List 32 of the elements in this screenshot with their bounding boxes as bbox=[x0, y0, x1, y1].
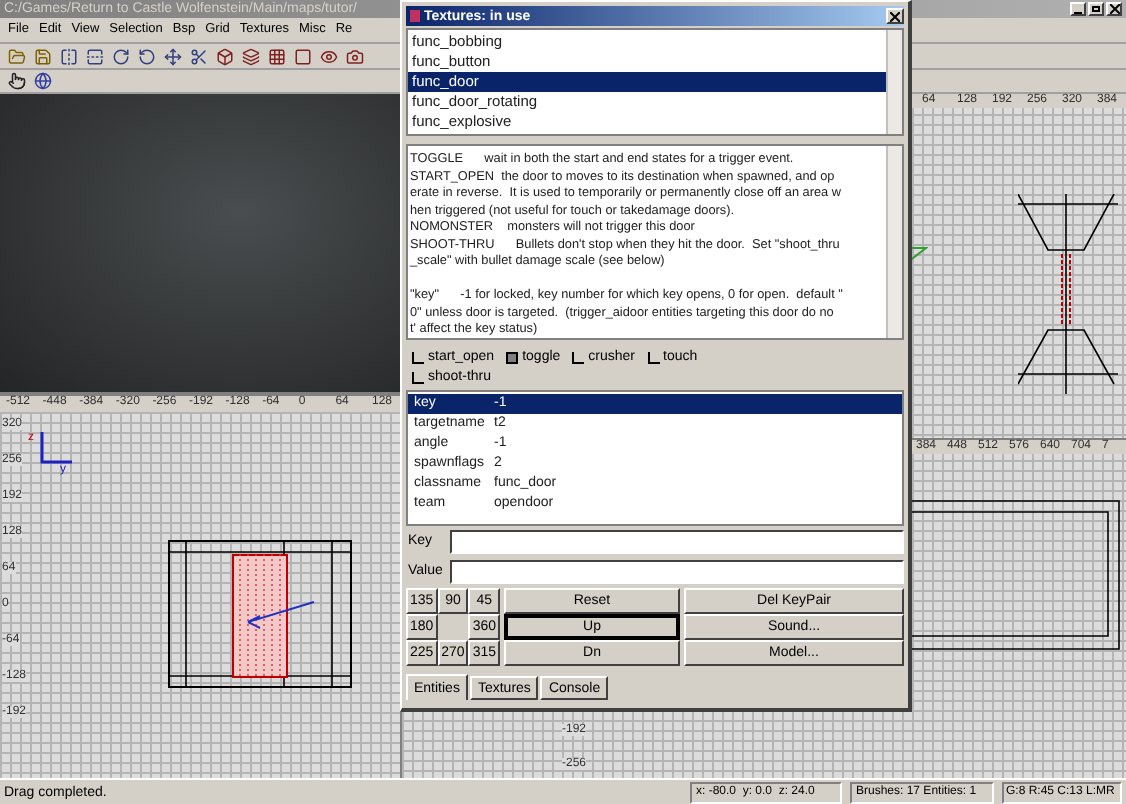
checkbox[interactable] bbox=[647, 351, 660, 363]
flip-vertical-icon[interactable] bbox=[86, 47, 104, 65]
move-icon[interactable] bbox=[164, 47, 182, 65]
globe-icon[interactable] bbox=[34, 72, 52, 90]
key-field[interactable] bbox=[450, 530, 904, 554]
entity-arrow-icon bbox=[244, 600, 316, 632]
maximize-button[interactable] bbox=[1088, 2, 1104, 16]
checkbox[interactable] bbox=[506, 351, 519, 363]
checkbox[interactable] bbox=[412, 371, 424, 383]
scissors-icon[interactable] bbox=[190, 47, 208, 65]
close-button[interactable] bbox=[1106, 2, 1122, 16]
rotate-counterclockwise-icon[interactable] bbox=[138, 47, 156, 65]
cube-icon[interactable] bbox=[216, 47, 234, 65]
grid-icon[interactable] bbox=[268, 47, 286, 65]
checkbox[interactable] bbox=[572, 351, 585, 363]
scrollbar[interactable] bbox=[886, 30, 902, 134]
scrollbar[interactable] bbox=[886, 146, 902, 338]
minimize-button[interactable] bbox=[1070, 2, 1086, 16]
app-icon bbox=[410, 10, 420, 22]
door-brush-drawing bbox=[232, 554, 288, 678]
layers-icon[interactable] bbox=[242, 47, 260, 65]
rotate-clockwise-icon[interactable] bbox=[112, 47, 130, 65]
save-icon[interactable] bbox=[34, 47, 52, 65]
flip-horizontal-icon[interactable] bbox=[60, 47, 78, 65]
eye-icon[interactable] bbox=[320, 47, 338, 65]
axis-gizmo-icon bbox=[40, 432, 72, 464]
folder-icon[interactable] bbox=[8, 47, 26, 65]
value-field[interactable] bbox=[450, 560, 904, 584]
camera-icon[interactable] bbox=[346, 47, 364, 65]
pointer-icon[interactable] bbox=[8, 72, 26, 90]
checkbox[interactable] bbox=[412, 351, 424, 363]
square-icon[interactable] bbox=[294, 47, 312, 65]
